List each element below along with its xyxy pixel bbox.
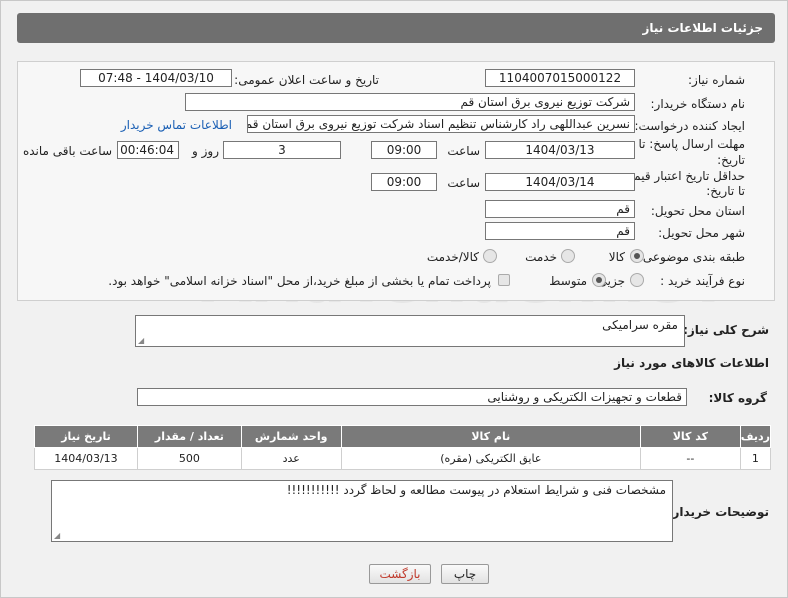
deadline-label-line1: مهلت ارسال پاسخ: تا (638, 137, 745, 151)
process-radio-medium[interactable] (592, 273, 606, 287)
column-header-unit: واحد شمارش (240, 425, 342, 448)
buyer-contact-link[interactable]: اطلاعات تماس خریدار (121, 118, 232, 132)
cell-need-date: 1404/03/13 (34, 447, 138, 470)
category-option-service: خدمت (525, 250, 557, 264)
description-label: شرح کلی نیاز: (683, 323, 769, 337)
deadline-time-label: ساعت (447, 144, 480, 158)
province-label: استان محل تحویل: (650, 204, 745, 218)
page-title: جزئیات اطلاعات نیاز (642, 21, 763, 35)
need-number-field[interactable]: 1104007015000122 (485, 69, 635, 87)
deadline-label-line2: تاریخ: (717, 153, 745, 167)
validity-label-line1: حداقل تاریخ اعتبار قیمت: (618, 169, 745, 183)
column-header-item-name: نام کالا (340, 425, 641, 448)
table-row: 1 -- عایق الکتریکی (مقره) عدد 500 1404/0… (34, 447, 772, 470)
buyer-field[interactable]: شرکت توزیع نیروی برق استان قم (185, 93, 635, 111)
announce-date-label: تاریخ و ساعت اعلان عمومی: (234, 73, 379, 87)
page-frame: AriaTender.neT جزئیات اطلاعات نیاز شماره… (0, 0, 788, 598)
process-type-label: نوع فرآیند خرید : (660, 274, 745, 288)
goods-group-label: گروه کالا: (708, 391, 767, 405)
cell-unit: عدد (240, 447, 342, 470)
validity-label-line2: تا تاریخ: (706, 184, 745, 198)
days-label: روز و (192, 144, 219, 158)
category-radio-service[interactable] (561, 249, 575, 263)
cell-row-number: 1 (739, 447, 772, 470)
city-label: شهر محل تحویل: (658, 226, 745, 240)
city-field[interactable]: قم (485, 222, 635, 240)
goods-table: ردیف کد کالا نام کالا واحد شمارش تعداد /… (34, 425, 772, 470)
deadline-time-field[interactable]: 09:00 (371, 141, 437, 159)
category-option-goods: کالا (608, 250, 625, 264)
page-title-bar: جزئیات اطلاعات نیاز (17, 13, 775, 43)
cell-item-code: -- (639, 447, 741, 470)
process-option-medium: متوسط (549, 274, 587, 288)
province-field[interactable]: قم (485, 200, 635, 218)
creator-field[interactable]: نسرین عبداللهی راد کارشناس تنظیم اسناد ش… (247, 115, 635, 133)
column-header-quantity: تعداد / مقدار (136, 425, 242, 448)
print-button[interactable]: چاپ (441, 564, 489, 584)
buyer-notes-textarea[interactable]: مشخصات فنی و شرایط استعلام در پیوست مطال… (51, 480, 673, 542)
category-radio-goods[interactable] (630, 249, 644, 263)
treasury-payment-checkbox[interactable] (498, 274, 510, 286)
days-remaining-field[interactable]: 3 (223, 141, 341, 159)
creator-label: ایجاد کننده درخواست: (634, 119, 745, 133)
process-radio-minor[interactable] (630, 273, 644, 287)
announce-date-field[interactable]: 1404/03/10 - 07:48 (80, 69, 232, 87)
buyer-label: نام دستگاه خریدار: (650, 97, 746, 111)
buyer-notes-label: توضیحات خریدار: (667, 505, 769, 519)
goods-section-title: اطلاعات کالاهای مورد نیاز (614, 356, 769, 370)
back-button[interactable]: بازگشت (369, 564, 431, 584)
description-text: مقره سرامیکی (602, 318, 678, 332)
treasury-payment-note: پرداخت تمام یا بخشی از مبلغ خرید،از محل … (108, 274, 491, 288)
buyer-notes-text: مشخصات فنی و شرایط استعلام در پیوست مطال… (286, 483, 666, 497)
description-textarea[interactable]: مقره سرامیکی ◢ (135, 315, 685, 347)
validity-date-field[interactable]: 1404/03/14 (485, 173, 635, 191)
deadline-date-field[interactable]: 1404/03/13 (485, 141, 635, 159)
column-header-need-date: تاریخ نیاز (34, 425, 138, 448)
goods-group-field[interactable]: قطعات و تجهیزات الکتریکی و روشنایی (137, 388, 687, 406)
validity-time-label: ساعت (447, 176, 480, 190)
time-remaining-label: ساعت باقی مانده (22, 144, 112, 158)
category-radio-both[interactable] (483, 249, 497, 263)
resize-grip-icon[interactable]: ◢ (54, 531, 60, 540)
category-label: طبقه بندی موضوعی: (638, 250, 745, 264)
validity-time-field[interactable]: 09:00 (371, 173, 437, 191)
table-header-row: ردیف کد کالا نام کالا واحد شمارش تعداد /… (34, 425, 772, 448)
cell-item-name: عایق الکتریکی (مقره) (340, 447, 641, 470)
time-remaining-field[interactable]: 00:46:04 (117, 141, 179, 159)
cell-quantity: 500 (136, 447, 242, 470)
column-header-item-code: کد کالا (639, 425, 741, 448)
resize-grip-icon[interactable]: ◢ (138, 336, 144, 345)
column-header-row-number: ردیف (739, 425, 772, 448)
need-number-label: شماره نیاز: (688, 73, 745, 87)
category-option-both: کالا/خدمت (426, 250, 479, 264)
